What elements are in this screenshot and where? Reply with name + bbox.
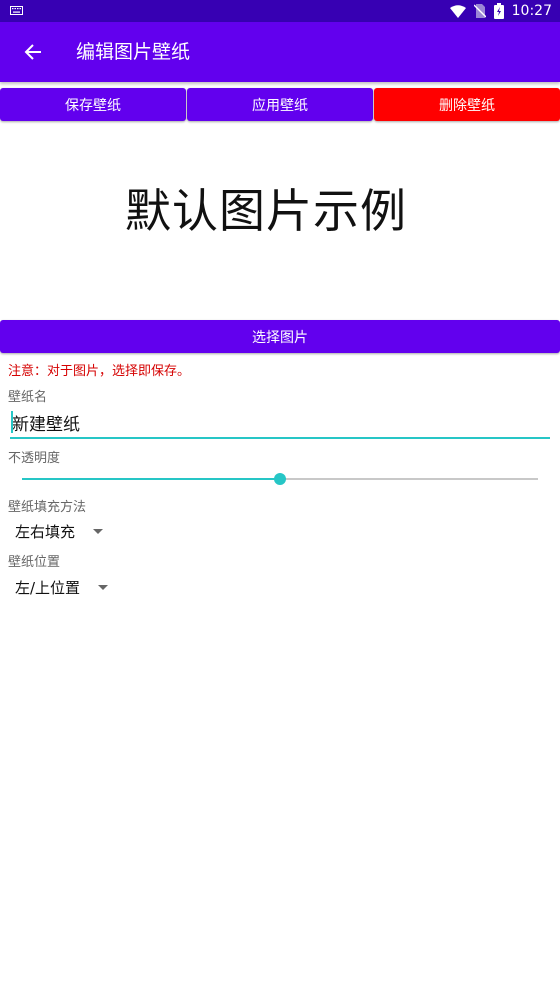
delete-wallpaper-button[interactable]: 删除壁纸: [374, 88, 560, 121]
position-value: 左/上位置: [15, 578, 81, 597]
wifi-icon: [449, 4, 466, 18]
preview-text: 默认图片示例: [125, 184, 407, 238]
arrow-left-icon: [24, 44, 41, 60]
wallpaper-name-input[interactable]: [10, 408, 550, 439]
dropdown-arrow-icon: [93, 528, 104, 534]
keyboard-icon: [10, 6, 23, 15]
slider-thumb[interactable]: [274, 473, 286, 485]
slider-fill: [22, 478, 280, 480]
opacity-slider[interactable]: [22, 470, 538, 488]
page-title: 编辑图片壁纸: [76, 41, 191, 63]
opacity-label: 不透明度: [8, 451, 61, 466]
action-button-row: 保存壁纸 应用壁纸 删除壁纸: [0, 88, 560, 121]
position-label: 壁纸位置: [8, 555, 61, 570]
fill-method-dropdown[interactable]: 左右填充: [8, 518, 104, 544]
select-image-button[interactable]: 选择图片: [0, 320, 560, 353]
position-dropdown[interactable]: 左/上位置: [8, 574, 109, 600]
wallpaper-preview: 默认图片示例: [0, 125, 560, 315]
back-button[interactable]: [20, 39, 46, 65]
text-caret: [11, 411, 13, 433]
wallpaper-name-label: 壁纸名: [8, 390, 48, 405]
status-bar: 10:27: [0, 0, 560, 22]
save-wallpaper-button[interactable]: 保存壁纸: [0, 88, 186, 121]
apply-wallpaper-button[interactable]: 应用壁纸: [187, 88, 373, 121]
no-sim-icon: [473, 4, 486, 18]
dropdown-arrow-icon: [98, 584, 109, 590]
app-bar: 编辑图片壁纸: [0, 22, 560, 82]
fill-method-value: 左右填充: [15, 522, 76, 541]
status-time: 10:27: [511, 3, 552, 19]
battery-icon: [493, 3, 504, 19]
save-note: 注意：对于图片，选择即保存。: [8, 364, 191, 379]
fill-method-label: 壁纸填充方法: [8, 500, 87, 515]
